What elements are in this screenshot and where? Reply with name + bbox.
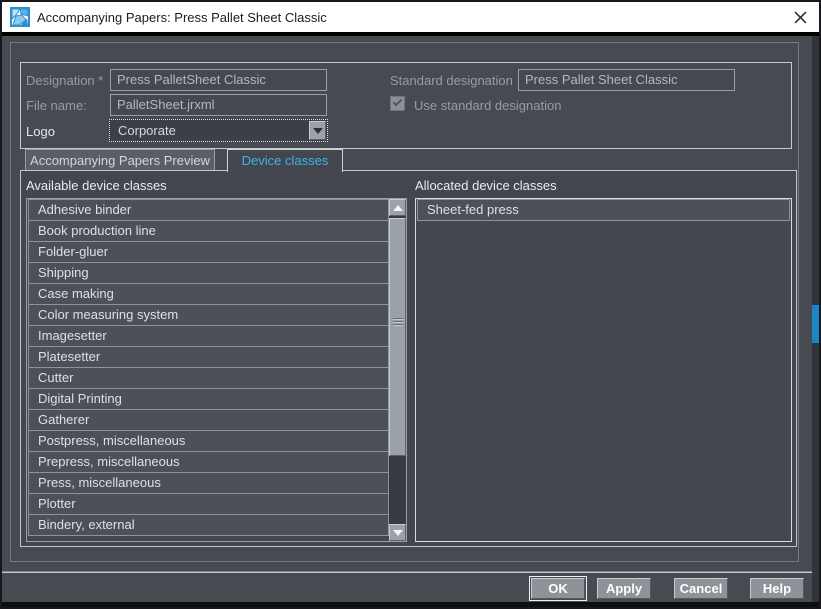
tab-device-classes[interactable]: Device classes [227, 149, 343, 172]
list-item[interactable]: Color measuring system [28, 304, 389, 326]
app-icon [10, 7, 30, 27]
window-edge-scrollbar-thumb[interactable] [812, 305, 819, 343]
list-item[interactable]: Plotter [28, 493, 389, 515]
logo-dropdown-arrow-button[interactable] [309, 121, 326, 140]
file-name-label: File name: [26, 98, 87, 113]
available-device-classes-list: Adhesive binder Book production line Fol… [26, 198, 407, 542]
window-title: Accompanying Papers: Press Pallet Sheet … [37, 10, 327, 25]
titlebar[interactable]: Accompanying Papers: Press Pallet Sheet … [2, 2, 819, 32]
logo-dropdown[interactable]: Corporate [109, 119, 328, 142]
close-icon [794, 11, 807, 24]
list-item[interactable]: Imagesetter [28, 325, 389, 347]
list-item[interactable]: Adhesive binder [28, 199, 389, 221]
allocated-device-classes-rows: Sheet-fed press [417, 200, 790, 221]
close-button[interactable] [785, 3, 815, 31]
use-standard-designation-label: Use standard designation [414, 98, 561, 113]
tab-accompanying-papers-preview[interactable]: Accompanying Papers Preview [25, 149, 215, 171]
logo-label: Logo [26, 124, 55, 139]
list-item[interactable]: Book production line [28, 220, 389, 242]
list-item[interactable]: Case making [28, 283, 389, 305]
list-item[interactable]: Digital Printing [28, 388, 389, 410]
list-item[interactable]: Press, miscellaneous [28, 472, 389, 494]
checkmark-icon [393, 97, 403, 107]
accompanying-papers-dialog: Accompanying Papers: Press Pallet Sheet … [0, 0, 821, 609]
help-button[interactable]: Help [750, 578, 804, 599]
list-item[interactable]: Prepress, miscellaneous [28, 451, 389, 473]
apply-button[interactable]: Apply [597, 578, 651, 599]
chevron-down-icon [313, 128, 323, 134]
scroll-down-button[interactable] [389, 524, 406, 541]
available-device-classes-rows: Adhesive binder Book production line Fol… [28, 200, 389, 536]
available-list-scrollbar[interactable] [389, 199, 406, 541]
designation-label: Designation * [26, 73, 103, 88]
list-item[interactable]: Cutter [28, 367, 389, 389]
allocated-device-classes-list: Sheet-fed press [415, 198, 792, 542]
list-item[interactable]: Bindery, external [28, 514, 389, 536]
titlebar-divider [2, 32, 819, 36]
available-device-classes-header: Available device classes [26, 178, 167, 193]
standard-designation-input[interactable]: Press Pallet Sheet Classic [518, 69, 735, 91]
scrollbar-thumb[interactable] [389, 218, 406, 456]
list-item[interactable]: Sheet-fed press [417, 199, 790, 221]
list-item[interactable]: Postpress, miscellaneous [28, 430, 389, 452]
use-standard-designation-checkbox[interactable] [390, 96, 405, 111]
list-item[interactable]: Platesetter [28, 346, 389, 368]
ok-button-focus-ring: OK [529, 576, 587, 601]
triangle-down-icon [393, 530, 403, 536]
scroll-up-button[interactable] [389, 199, 406, 216]
list-item[interactable]: Gatherer [28, 409, 389, 431]
window-edge-scrollbar[interactable] [812, 36, 819, 602]
list-item[interactable]: Folder-gluer [28, 241, 389, 263]
logo-dropdown-value: Corporate [118, 120, 176, 141]
list-item[interactable]: Shipping [28, 262, 389, 284]
designation-input[interactable]: Press PalletSheet Classic [110, 69, 327, 91]
scrollbar-grip-icon [393, 318, 403, 327]
allocated-device-classes-header: Allocated device classes [415, 178, 557, 193]
standard-designation-label: Standard designation [390, 73, 513, 88]
ok-button[interactable]: OK [531, 578, 585, 599]
triangle-up-icon [393, 205, 403, 211]
button-bar-separator [2, 571, 819, 573]
window-bottom-edge [2, 602, 819, 607]
file-name-input[interactable]: PalletSheet.jrxml [110, 94, 327, 116]
cancel-button[interactable]: Cancel [674, 578, 728, 599]
